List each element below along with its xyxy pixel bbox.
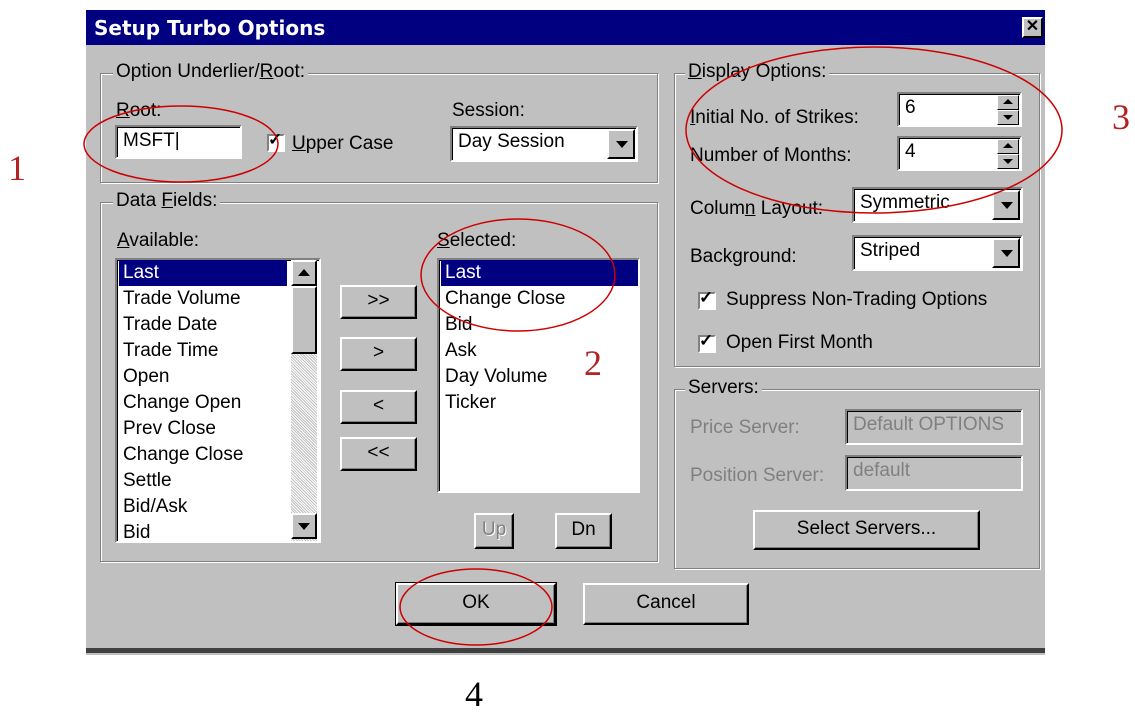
upper-case-label[interactable]: Upper Case bbox=[292, 133, 393, 155]
strikes-decrement[interactable] bbox=[997, 110, 1019, 125]
dialog-title: Setup Turbo Options bbox=[94, 16, 326, 40]
column-layout-select[interactable]: Symmetric bbox=[852, 187, 1023, 223]
background-dropdown-button[interactable] bbox=[992, 238, 1020, 268]
months-increment[interactable] bbox=[997, 139, 1019, 154]
annotation-number-4: 4 bbox=[465, 674, 483, 714]
list-item[interactable]: Trade Date bbox=[123, 312, 217, 338]
list-item[interactable]: Bid/Ask bbox=[123, 494, 187, 520]
root-label: Root: bbox=[116, 100, 162, 121]
display-options-title: Display Options: bbox=[685, 61, 830, 83]
arrow-down-icon bbox=[1003, 115, 1013, 120]
session-label: Session: bbox=[452, 100, 525, 121]
list-item[interactable]: Ask bbox=[445, 338, 477, 364]
strikes-label: Initial No. of Strikes: bbox=[690, 107, 859, 128]
scroll-thumb[interactable] bbox=[291, 286, 317, 354]
list-item[interactable]: Prev Close bbox=[123, 416, 216, 442]
arrow-up-icon bbox=[1003, 143, 1013, 148]
list-item[interactable]: Change Close bbox=[123, 442, 243, 468]
move-up-button[interactable]: Up bbox=[474, 513, 514, 549]
list-item[interactable]: Trade Time bbox=[123, 338, 218, 364]
close-icon: ✕ bbox=[1025, 18, 1040, 35]
remove-button[interactable]: < bbox=[340, 390, 417, 424]
list-item[interactable]: Bid bbox=[445, 312, 472, 338]
annotation-number-3: 3 bbox=[1112, 97, 1130, 137]
months-decrement[interactable] bbox=[997, 154, 1019, 169]
months-label: Number of Months: bbox=[690, 145, 852, 166]
arrow-up-icon bbox=[1003, 99, 1013, 104]
list-item[interactable]: Last bbox=[441, 260, 638, 286]
servers-group-title: Servers: bbox=[685, 377, 762, 399]
checkmark-icon: ✓ bbox=[699, 331, 714, 350]
annotation-number-2: 2 bbox=[584, 343, 602, 383]
open-first-month-label[interactable]: Open First Month bbox=[726, 332, 873, 354]
chevron-down-icon bbox=[1001, 202, 1013, 209]
selected-list[interactable]: Last Change Close Bid Ask Day Volume Ticker bbox=[437, 258, 640, 493]
months-spinner[interactable]: 4 bbox=[897, 136, 1022, 171]
underlier-group-title: Option Underlier/Root: bbox=[113, 61, 309, 83]
add-all-button[interactable]: >> bbox=[340, 285, 417, 319]
column-layout-label: Column Layout: bbox=[690, 198, 824, 219]
background-select[interactable]: Striped bbox=[852, 235, 1023, 271]
chevron-down-icon bbox=[616, 141, 628, 148]
ok-button[interactable]: OK bbox=[395, 582, 557, 626]
position-server-label: Position Server: bbox=[690, 465, 825, 486]
list-item[interactable]: Trade Volume bbox=[123, 286, 241, 312]
selected-label: Selected: bbox=[437, 230, 517, 251]
annotation-number-1: 1 bbox=[8, 148, 26, 188]
root-input[interactable]: MSFT| bbox=[115, 125, 242, 159]
list-item[interactable]: Ticker bbox=[445, 390, 496, 416]
select-servers-button[interactable]: Select Servers... bbox=[753, 510, 980, 550]
background-label: Background: bbox=[690, 246, 797, 267]
strikes-spinner[interactable]: 6 bbox=[897, 92, 1022, 127]
column-layout-dropdown-button[interactable] bbox=[992, 190, 1020, 220]
list-item[interactable]: Open bbox=[123, 364, 169, 390]
list-item[interactable]: Change Open bbox=[123, 390, 241, 416]
list-item[interactable]: Bid bbox=[123, 520, 150, 541]
session-select[interactable]: Day Session bbox=[450, 126, 638, 162]
title-bar[interactable]: Setup Turbo Options ✕ bbox=[86, 10, 1045, 45]
suppress-non-trading-checkbox[interactable]: ✓ bbox=[698, 288, 716, 310]
checkmark-icon: ✓ bbox=[268, 130, 283, 149]
add-button[interactable]: > bbox=[340, 337, 417, 371]
arrow-up-icon bbox=[298, 269, 310, 276]
chevron-down-icon bbox=[1001, 250, 1013, 257]
close-button[interactable]: ✕ bbox=[1022, 17, 1043, 38]
list-item[interactable]: Settle bbox=[123, 468, 172, 494]
dialog-bottom-edge bbox=[86, 648, 1045, 653]
suppress-non-trading-label[interactable]: Suppress Non-Trading Options bbox=[726, 289, 987, 311]
session-dropdown-button[interactable] bbox=[607, 129, 635, 159]
list-item[interactable]: Day Volume bbox=[445, 364, 547, 390]
available-list[interactable]: Last Trade Volume Trade Date Trade Time Open… bbox=[115, 258, 321, 543]
available-label: Available: bbox=[117, 230, 200, 251]
cancel-button[interactable]: Cancel bbox=[583, 583, 749, 625]
price-server-label: Price Server: bbox=[690, 417, 800, 438]
arrow-down-icon bbox=[298, 523, 310, 530]
scroll-down-button[interactable] bbox=[291, 513, 317, 539]
available-scrollbar[interactable] bbox=[291, 260, 317, 541]
price-server-field: Default OPTIONS bbox=[845, 409, 1023, 445]
data-fields-group-title: Data Fields: bbox=[113, 190, 221, 212]
move-down-button[interactable]: Dn bbox=[555, 513, 612, 549]
scroll-up-button[interactable] bbox=[291, 260, 317, 286]
upper-case-checkbox[interactable]: ✓ bbox=[267, 130, 285, 152]
open-first-month-checkbox[interactable]: ✓ bbox=[698, 331, 716, 353]
list-item[interactable]: Last bbox=[119, 260, 287, 286]
arrow-down-icon bbox=[1003, 159, 1013, 164]
position-server-field: default bbox=[845, 455, 1023, 491]
strikes-increment[interactable] bbox=[997, 95, 1019, 110]
checkmark-icon: ✓ bbox=[699, 288, 714, 307]
list-item[interactable]: Change Close bbox=[445, 286, 565, 312]
remove-all-button[interactable]: << bbox=[340, 437, 417, 471]
